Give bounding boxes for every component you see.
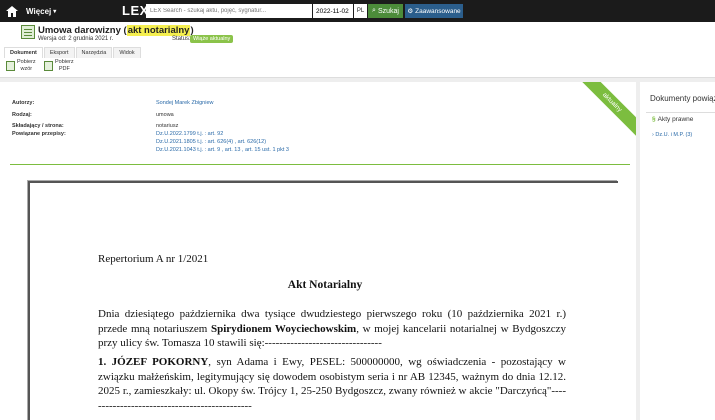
authors-label: Autorzy: — [12, 100, 35, 106]
tool2-line2: PDF — [58, 65, 70, 72]
advanced-search-label: Zaawansowane — [415, 7, 461, 15]
legal-acts-link[interactable]: › Dz.U. i M.P. (3) — [652, 132, 692, 138]
search-input[interactable] — [146, 4, 312, 18]
gear-icon: ⚙ — [407, 8, 414, 15]
party-value: notariusz — [156, 123, 179, 129]
document-panel: aktualny Autorzy: Sondej Marek Zbigniew … — [0, 82, 636, 420]
paragraph-intro: Dnia dziesiątego października dwa tysiąc… — [98, 307, 566, 351]
related-label: Powiązane przepisy: — [12, 131, 66, 137]
repertorium-number: Repertorium A nr 1/2021 — [98, 253, 209, 265]
search-button[interactable]: ⌕ Szukaj — [368, 4, 403, 18]
version-info: Wersja od: 2 grudnia 2021 r. — [38, 36, 114, 42]
tool2-line1: Pobierz — [55, 59, 74, 65]
paragraph-party: 1. JÓZEF POKORNY, syn Adama i Ewy, PESEL… — [98, 355, 566, 413]
act-title: Akt Notarialny — [287, 279, 363, 291]
home-icon[interactable] — [4, 3, 20, 19]
date-input[interactable] — [313, 4, 353, 18]
title-main: Umowa darowizny — [38, 25, 121, 36]
divider — [646, 112, 715, 113]
side-panel-title: Dokumenty powiązane — [650, 94, 715, 103]
type-label: Rodzaj: — [12, 112, 32, 118]
advanced-search-button[interactable]: ⚙ Zaawansowane — [405, 4, 463, 18]
brand-logo: LEX — [122, 3, 149, 18]
document-header: Umowa darowizny (akt notarialny) Wersja … — [0, 22, 715, 62]
download-pdf-button[interactable]: Pobierz PDF — [44, 59, 74, 72]
title-highlight: akt notarialny — [126, 25, 191, 36]
related-documents-panel: Dokumenty powiązane § Akty prawne › Dz.U… — [640, 82, 715, 420]
authors-value[interactable]: Sondej Marek Zbigniew — [156, 100, 213, 106]
search-button-label: Szukaj — [377, 7, 399, 15]
tool1-line1: Pobierz — [17, 59, 36, 65]
language-selector[interactable]: PL — [354, 4, 367, 18]
party-label: Składający / strona: — [12, 123, 64, 129]
chevron-down-icon: ▾ — [53, 8, 57, 15]
status-badge[interactable]: Wiąże aktualny — [190, 35, 234, 43]
legal-acts-label: Akty prawne — [657, 116, 694, 123]
pdf-icon — [44, 61, 53, 71]
status-ribbon: aktualny — [564, 82, 636, 150]
search-icon: ⌕ — [372, 7, 376, 14]
page-title: Umowa darowizny (akt notarialny) — [38, 25, 194, 36]
divider — [10, 164, 630, 165]
related-link[interactable]: Dz.U.2022.1799 t.j. : art. 92 — [156, 131, 223, 137]
status-label: Status: — [172, 36, 191, 42]
more-menu-button[interactable]: Więcej ▾ — [26, 7, 56, 16]
document-page: Repertorium A nr 1/2021 Akt Notarialny D… — [28, 181, 618, 420]
legal-acts-sub-label: Dz.U. i M.P. (3) — [655, 132, 693, 138]
party-name: 1. JÓZEF POKORNY — [98, 356, 209, 368]
tool1-line2: wzór — [20, 65, 33, 72]
section-icon: § — [652, 116, 656, 123]
related-link[interactable]: Dz.U.2021.1805 t.j. : art. 626(4) , art.… — [156, 139, 266, 145]
download-icon — [6, 61, 15, 71]
type-value: umowa — [156, 112, 174, 118]
document-type-icon — [21, 25, 35, 39]
notary-name: Spirydionem Woyciechowskim — [210, 322, 357, 335]
download-template-button[interactable]: Pobierz wzór — [6, 59, 36, 72]
toolbar: Pobierz wzór Pobierz PDF — [0, 58, 715, 78]
more-menu-label: Więcej — [26, 6, 52, 16]
chevron-right-icon: › — [652, 132, 654, 138]
legal-acts-item[interactable]: § Akty prawne — [652, 116, 693, 123]
top-bar: Więcej ▾ LEX PL ⌕ Szukaj ⚙ Zaawansowane — [0, 0, 715, 22]
related-link[interactable]: Dz.U.2021.1043 t.j. : art. 9 , art. 13 ,… — [156, 147, 289, 153]
